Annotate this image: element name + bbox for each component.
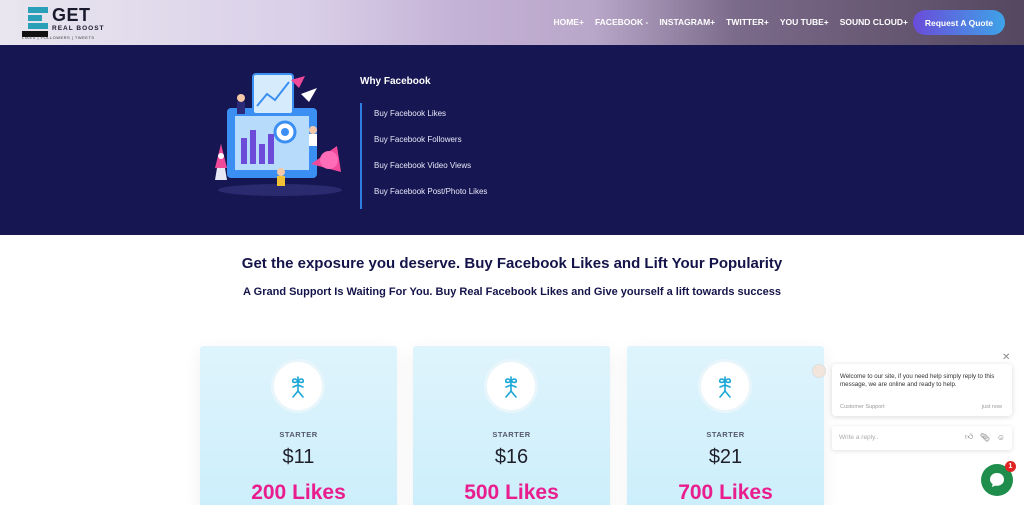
chat-message-card: Welcome to our site, if you need help si…: [832, 364, 1012, 416]
marketing-illustration: [215, 73, 342, 196]
nav-home[interactable]: HOME+: [553, 17, 583, 27]
logo-tagline: LIKES | FOLLOWERS | TWEETS: [22, 35, 95, 40]
card-likes: 500 Likes: [464, 481, 559, 504]
pricing-card-700[interactable]: STARTER $21 700 Likes: [627, 346, 824, 505]
page-headline: Get the exposure you deserve. Buy Facebo…: [241, 255, 783, 272]
chat-tools: 👍︎ 📎︎ ☺: [964, 432, 1006, 442]
card-price: $11: [282, 446, 315, 468]
support-avatar: [812, 364, 826, 378]
link-buy-facebook-followers[interactable]: Buy Facebook Followers: [374, 129, 560, 155]
chat-unread-badge: 1: [1005, 461, 1016, 472]
main-nav: HOME+ FACEBOOK - INSTAGRAM+ TWITTER+ YOU…: [542, 17, 908, 27]
link-buy-facebook-likes[interactable]: Buy Facebook Likes: [374, 103, 560, 129]
chat-reply-input[interactable]: Write a reply.. 👍︎ 📎︎ ☺: [832, 426, 1012, 450]
card-likes: 200 Likes: [251, 481, 346, 504]
chat-reply-placeholder: Write a reply..: [839, 434, 879, 441]
request-quote-button[interactable]: Request A Quote: [913, 10, 1005, 35]
card-tier: STARTER: [279, 430, 318, 439]
chat-sender: Customer Support: [840, 404, 885, 410]
card-price: $21: [708, 446, 743, 468]
plant-icon: [274, 362, 322, 410]
why-facebook-title: Why Facebook: [360, 76, 431, 87]
card-price: $16: [494, 446, 529, 468]
pricing-card-500[interactable]: STARTER $16 500 Likes: [413, 346, 610, 505]
thumbs-up-icon[interactable]: 👍︎: [964, 432, 974, 442]
nav-facebook[interactable]: FACEBOOK -: [595, 17, 648, 27]
page-subheadline: A Grand Support Is Waiting For You. Buy …: [243, 286, 781, 298]
pricing-card-200[interactable]: STARTER $11 200 Likes: [200, 346, 397, 505]
nav-youtube[interactable]: YOU TUBE+: [780, 17, 829, 27]
why-facebook-links: Buy Facebook Likes Buy Facebook Follower…: [360, 103, 560, 209]
page: GET REAL BOOST LIKES | FOLLOWERS | TWEET…: [0, 0, 1024, 505]
link-buy-facebook-video-views[interactable]: Buy Facebook Video Views: [374, 155, 560, 181]
chat-message-text: Welcome to our site, if you need help si…: [840, 373, 995, 388]
logo-mark: [28, 7, 48, 31]
chat-close-icon[interactable]: ✕: [1002, 352, 1010, 363]
attachment-icon[interactable]: 📎︎: [980, 432, 990, 442]
card-tier: STARTER: [492, 430, 531, 439]
chat-timestamp: just now: [981, 404, 1002, 410]
card-tier: STARTER: [706, 430, 745, 439]
site-logo[interactable]: GET REAL BOOST LIKES | FOLLOWERS | TWEET…: [22, 5, 112, 41]
nav-twitter[interactable]: TWITTER+: [726, 17, 769, 27]
chat-icon: [990, 473, 1004, 487]
plant-icon: [701, 362, 749, 410]
logo-sub-text: REAL BOOST: [52, 25, 105, 32]
plant-icon: [487, 362, 535, 410]
nav-instagram[interactable]: INSTAGRAM+: [659, 17, 715, 27]
site-header: GET REAL BOOST LIKES | FOLLOWERS | TWEET…: [0, 0, 1024, 45]
emoji-icon[interactable]: ☺: [996, 432, 1006, 442]
nav-soundcloud[interactable]: SOUND CLOUD+: [840, 17, 908, 27]
logo-main-text: GET: [52, 5, 91, 25]
card-likes: 700 Likes: [678, 481, 773, 504]
link-buy-facebook-post-photo-likes[interactable]: Buy Facebook Post/Photo Likes: [374, 181, 560, 207]
